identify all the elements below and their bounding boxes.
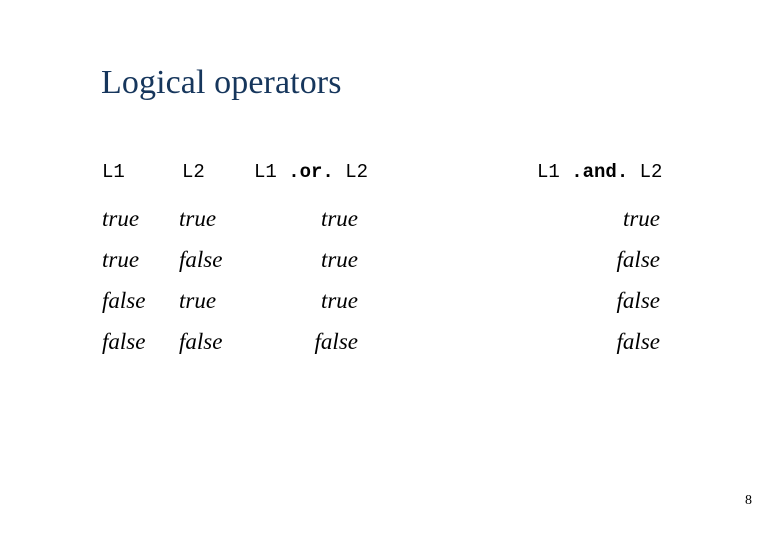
cell-and-result: false (616, 329, 660, 354)
column-header-or-suffix: L2 (333, 161, 369, 183)
cell-l1: true (102, 206, 140, 231)
or-operator-token: .or. (288, 161, 334, 183)
cell-and-result: false (616, 288, 660, 313)
cell-or-result: false (314, 329, 358, 354)
table-row: false true true false (0, 286, 780, 327)
and-operator-token: .and. (571, 161, 629, 183)
table-row: true false true false (0, 245, 780, 286)
cell-and-result: true (622, 206, 660, 231)
cell-or-result: true (320, 288, 358, 313)
column-header-or-prefix: L1 (254, 161, 289, 183)
cell-l2: false (179, 247, 223, 272)
cell-l1: true (102, 247, 140, 272)
cell-l2: true (179, 288, 217, 313)
column-header-and-prefix: L1 (537, 161, 572, 183)
column-header-l2: L2 (182, 161, 205, 183)
column-header-and-suffix: L2 (628, 161, 663, 183)
truth-table: L1 L2 L1 .or. L2 L1 .and. L2 true true t… (0, 0, 780, 540)
table-header-row: L1 L2 L1 .or. L2 L1 .and. L2 (0, 160, 780, 201)
column-header-l1: L1 (102, 161, 125, 183)
table-row: false false false false (0, 327, 780, 368)
cell-l2: true (179, 206, 217, 231)
cell-l1: false (102, 288, 146, 313)
column-header-or: L1 .or. L2 (254, 160, 368, 184)
slide: Logical operators L1 L2 L1 .or. L2 L1 .a… (0, 0, 780, 540)
column-header-and: L1 .and. L2 (537, 160, 662, 184)
cell-or-result: true (320, 206, 358, 231)
table-row: true true true true (0, 204, 780, 245)
cell-l2: false (179, 329, 223, 354)
cell-l1: false (102, 329, 146, 354)
cell-or-result: true (320, 247, 358, 272)
page-number: 8 (745, 493, 752, 508)
cell-and-result: false (616, 247, 660, 272)
